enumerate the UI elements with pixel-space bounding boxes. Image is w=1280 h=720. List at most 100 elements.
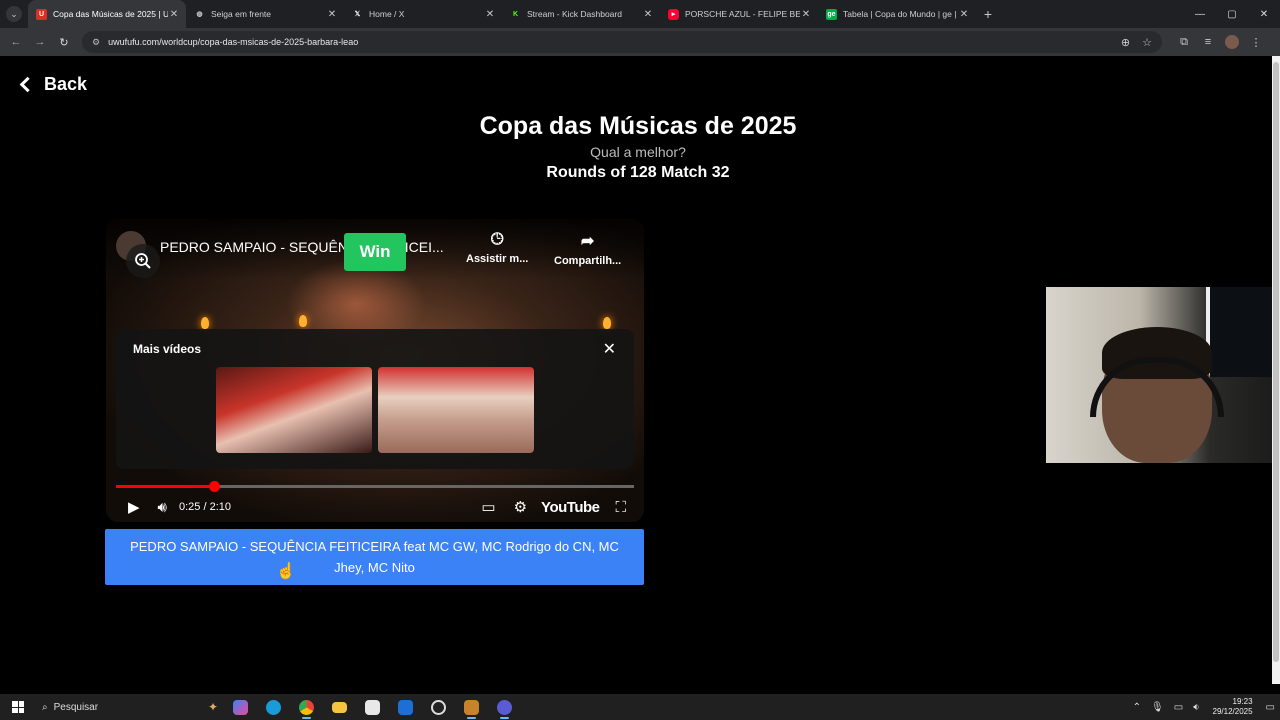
extensions-puzzle-icon[interactable]: ⧉ [1172,36,1196,49]
more-videos-label: Mais vídeos [133,342,202,356]
kick-logo-icon: K [512,10,519,18]
close-tab-icon[interactable]: ✕ [800,9,812,20]
close-tab-icon[interactable]: ✕ [168,9,180,20]
tab-uwufufu[interactable]: U Copa das Músicas de 2025 | Uwufufu ✕ [28,0,186,28]
media-controls-icon[interactable]: ≡ [1196,36,1220,48]
chevron-up-icon[interactable]: ⌃ [1133,702,1141,713]
notifications-icon[interactable]: ▭ [1266,702,1275,713]
settings-gear-icon[interactable]: ⚙ [514,498,527,516]
play-icon[interactable]: ▶ [128,498,140,516]
video-thumbnail[interactable] [378,367,534,453]
x-logo-icon: 𝕏 [354,11,361,18]
flame-light [299,315,307,327]
speaker-icon[interactable]: 🔉︎ [1193,702,1199,713]
page-scrollbar[interactable] [1272,56,1280,684]
zoom-in-icon [135,253,151,269]
taskbar-search[interactable]: ⌕ Pesquisar ✦ [36,696,224,718]
player-controls: ▶ 🔊︎ 0:25 / 2:10 ▭ ⚙ YouTube ⛶ [106,495,644,519]
tab-kick-dashboard[interactable]: K Stream - Kick Dashboard ✕ [502,0,660,28]
video-player[interactable]: PEDRO SAMPAIO - SEQUÊNCIA FEITICEI... Wi… [106,219,644,522]
edge-icon[interactable] [257,694,290,720]
store-icon[interactable] [356,694,389,720]
browser-tab-bar: ⌄ U Copa das Músicas de 2025 | Uwufufu ✕… [0,0,1280,28]
tab-seiga[interactable]: ◍ Seiga em frente ✕ [186,0,344,28]
share-button[interactable]: ➦ Compartilh... [554,231,621,267]
chrome-profile-icon[interactable] [488,694,521,720]
tab-tabela-copa[interactable]: ge Tabela | Copa do Mundo | ge | ge ✕ [818,0,976,28]
close-tab-icon[interactable]: ✕ [326,9,338,20]
clock-icon: 🕒︎ [490,231,504,248]
tab-porsche-azul[interactable]: ▸ PORSCHE AZUL - FELIPE BEATS ✕ [660,0,818,28]
clock[interactable]: 19:23 29/12/2025 [1213,697,1253,717]
back-button[interactable]: Back [18,74,87,95]
search-highlight-icon: ✦ [207,700,218,714]
song-select-button[interactable]: PEDRO SAMPAIO - SEQUÊNCIA FEITICEIRA fea… [105,529,644,585]
zoom-in-button[interactable] [126,244,160,278]
share-arrow-icon: ➦ [580,233,595,250]
site-info-icon[interactable]: ⚙ [92,37,100,48]
tab-search-button[interactable]: ⌄ [0,0,28,28]
search-placeholder: Pesquisar [53,701,99,713]
clock-date: 29/12/2025 [1212,707,1253,716]
more-videos-panel: Mais vídeos ✕ [116,329,634,469]
watch-later-label: Assistir m... [466,253,529,265]
back-label: Back [44,74,88,94]
share-label: Compartilh... [554,255,622,267]
win-button[interactable]: Win [344,233,406,271]
clock-time: 19:23 [1232,697,1253,706]
close-tab-icon[interactable]: ✕ [958,9,970,20]
obs-icon[interactable] [422,694,455,720]
volume-icon[interactable]: 🔊︎ [158,499,167,516]
scrollbar-thumb[interactable] [1273,62,1279,662]
forward-arrow-icon[interactable]: → [28,36,52,48]
bookmark-star-icon[interactable]: ☆ [1142,36,1152,49]
app-icon[interactable] [455,694,488,720]
fullscreen-icon[interactable]: ⛶ [615,499,626,516]
tab-title: PORSCHE AZUL - FELIPE BEATS [685,9,800,19]
tab-title: Seiga em frente [211,9,272,19]
tab-title: Copa das Músicas de 2025 | Uwufufu [53,9,168,19]
url-text[interactable]: uwufufu.com/worldcup/copa-das-msicas-de-… [108,37,1109,47]
close-tab-icon[interactable]: ✕ [642,9,654,20]
tab-title: Home / X [369,9,405,19]
page-subtitle: Qual a melhor? [590,144,686,160]
address-bar[interactable]: ⚙ uwufufu.com/worldcup/copa-das-msicas-d… [82,31,1162,53]
watch-later-button[interactable]: 🕒︎ Assistir m... [466,231,528,265]
flame-light [201,317,209,329]
window-controls: — ▢ ✕ [1184,0,1280,28]
webcam-background-window [1206,287,1280,377]
page-title: Copa das Músicas de 2025 [479,112,797,140]
progress-scrubber[interactable] [209,481,221,492]
close-window-icon[interactable]: ✕ [1248,0,1280,28]
mail-icon[interactable] [389,694,422,720]
subtitles-icon[interactable]: ▭ [481,498,495,516]
video-thumbnail[interactable] [216,367,372,453]
microphone-icon[interactable]: 🎙︎ [1151,702,1164,713]
extensions-area: ⧉ ≡ ⋮ [1172,35,1268,49]
profile-avatar[interactable] [1225,35,1239,49]
close-icon[interactable]: ✕ [603,339,616,359]
progress-fill [116,485,215,488]
chevron-left-icon [19,76,36,93]
chrome-icon[interactable] [290,694,323,720]
tab-title: Stream - Kick Dashboard [527,9,622,19]
maximize-icon[interactable]: ▢ [1216,0,1248,28]
reload-icon[interactable]: ↻ [52,36,76,49]
start-button[interactable] [0,701,36,713]
file-explorer-icon[interactable] [323,694,356,720]
back-arrow-icon[interactable]: ← [4,36,28,48]
network-icon[interactable]: ▭ [1174,702,1183,713]
minimize-icon[interactable]: — [1184,0,1216,28]
zoom-icon[interactable]: ⊕ [1121,36,1130,49]
system-tray: ⌃ 🎙︎ ▭ 🔉︎ 19:23 29/12/2025 ▭ [1128,697,1280,717]
browser-menu-icon[interactable]: ⋮ [1244,36,1268,49]
uwufufu-favicon-icon: U [36,8,47,20]
close-tab-icon[interactable]: ✕ [484,9,496,20]
progress-bar[interactable] [116,481,634,492]
time-display: 0:25 / 2:10 [179,501,231,513]
copilot-icon[interactable] [224,694,257,720]
youtube-logo[interactable]: YouTube [541,499,600,516]
new-tab-button[interactable]: + [976,6,1000,22]
tab-x-home[interactable]: 𝕏 Home / X ✕ [344,0,502,28]
webcam-overlay [1046,287,1280,463]
